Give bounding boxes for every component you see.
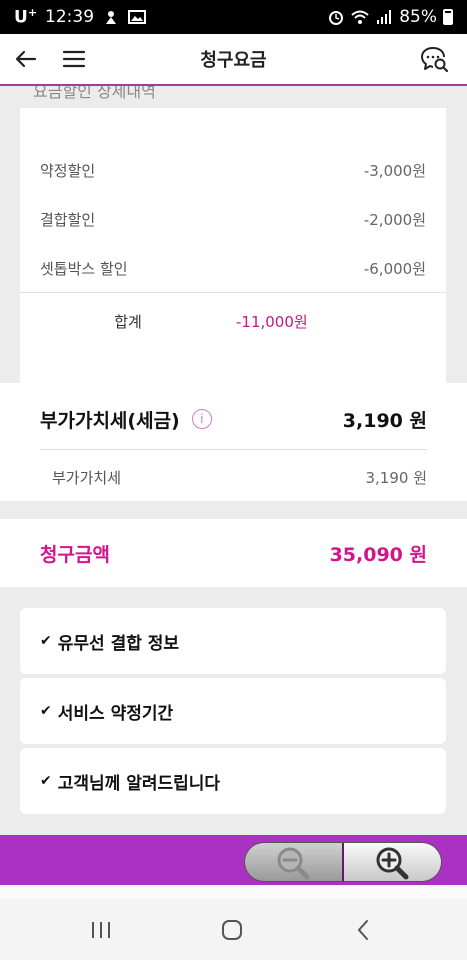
zoom-out-button[interactable] [245,843,344,881]
zoom-in-button[interactable] [344,843,441,881]
status-time: 12:39 [45,7,95,27]
divider [20,292,446,293]
home-icon [222,920,242,940]
zoom-in-icon [376,847,408,880]
chat-search-icon [421,47,449,73]
notification-icon [106,11,117,24]
vat-detail-row: 부가가치세 3,190 원 [52,463,427,491]
vat-label: 부가가치세(세금) [40,409,180,432]
discount-row: 결합할인 -2,000원 [20,195,446,243]
bill-content[interactable]: 요금할인 상세내역 약정할인 -3,000원 결합할인 -2,000원 셋톱박스… [0,86,467,835]
discount-amount: -3,000원 [363,161,426,180]
billing-label: 청구금액 [40,543,110,566]
discount-row: 셋톱박스 할인 -6,000원 [20,244,446,292]
vat-total-amount: 3,190 원 [342,409,427,432]
billing-amount-card: 청구금액 35,090 원 [0,519,467,587]
status-bar: U+ 12:39 85% [0,0,467,34]
zoom-bar [0,835,467,885]
check-icon: ✔ [40,703,52,719]
check-icon: ✔ [40,773,52,789]
accordion-service-contract-period[interactable]: ✔ 서비스 약정기간 [20,678,446,744]
back-nav-button[interactable] [348,915,378,945]
hamburger-menu-icon [62,50,86,68]
discount-total-label: 합계 [114,312,142,331]
discount-total-row: 합계 -11,000원 [20,294,446,348]
wifi-icon [351,10,369,24]
back-chevron-icon [357,920,368,940]
discount-total-amount: -11,000원 [236,312,308,331]
vat-card: 부가가치세(세금) i 3,190 원 부가가치세 3,190 원 [0,383,467,501]
recent-apps-icon [92,922,110,938]
app-header: 청구요금 [0,34,467,86]
signal-icon [377,10,392,24]
discount-label: 약정할인 [40,161,96,180]
discount-row: 약정할인 -3,000원 [20,146,446,194]
battery-percent: 85% [399,7,437,27]
accordion-wired-wireless-bundle[interactable]: ✔ 유무선 결합 정보 [20,608,446,674]
billing-amount: 35,090 원 [329,543,427,566]
accordion-label: 서비스 약정기간 [57,703,174,724]
bottom-spacer [0,885,467,899]
image-icon [128,10,147,24]
check-icon: ✔ [40,633,52,649]
back-arrow-icon [15,50,37,68]
recent-apps-button[interactable] [86,915,116,945]
carrier-label: U+ [14,6,38,28]
chat-search-button[interactable] [413,38,457,82]
discount-label: 결합할인 [40,210,96,229]
accordion-customer-notice[interactable]: ✔ 고객님께 알려드립니다 [20,748,446,814]
back-button[interactable] [4,37,48,81]
menu-button[interactable] [52,37,96,81]
zoom-out-icon [277,847,309,880]
info-icon[interactable]: i [191,409,212,429]
home-button[interactable] [217,915,247,945]
vat-sub-label: 부가가치세 [52,468,122,487]
accordion-label: 유무선 결합 정보 [57,633,180,654]
discount-amount: -2,000원 [363,210,426,229]
divider [40,449,427,450]
discount-card: 약정할인 -3,000원 결합할인 -2,000원 셋톱박스 할인 -6,000… [20,108,446,410]
system-nav-bar [0,899,467,960]
discount-section-title: 요금할인 상세내역 [33,86,156,101]
accordion-label: 고객님께 알려드립니다 [57,773,221,794]
vat-sub-amount: 3,190 원 [365,468,427,487]
alarm-icon [329,11,344,25]
zoom-control [244,842,442,882]
vat-header: 부가가치세(세금) i 3,190 원 [40,399,427,439]
discount-amount: -6,000원 [363,259,426,278]
battery-icon [443,9,453,25]
discount-label: 셋톱박스 할인 [40,259,128,278]
